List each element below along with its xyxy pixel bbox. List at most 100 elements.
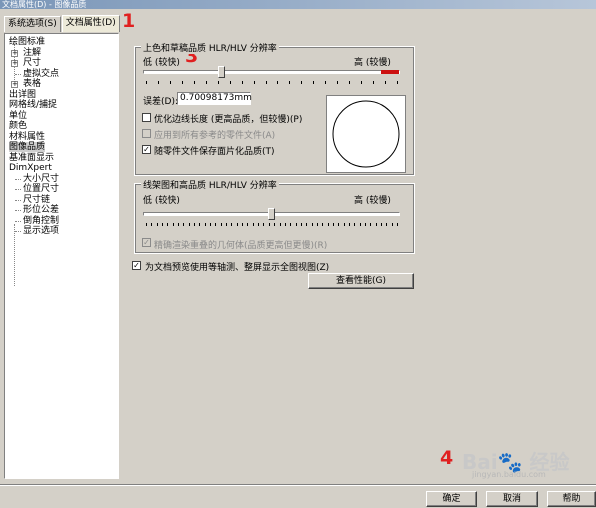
tree-item-display-options[interactable]: 显示选项 bbox=[5, 226, 118, 237]
property-tree[interactable]: 绘图标准 + 注解 + 尺寸 虚拟交点 + 表格 出详图 网格线/捕捉 单位 颜色 材… bbox=[4, 33, 119, 479]
slider-tick bbox=[373, 81, 375, 84]
tree-item-drawing-standard[interactable]: 绘图标准 bbox=[5, 37, 118, 48]
slider-tick bbox=[375, 223, 377, 226]
precise-overlap-label: 精确渲染重叠的几何体(品质更高但更慢)(R) bbox=[154, 241, 328, 251]
tree-item-size-dimension[interactable]: 大小尺寸 bbox=[5, 174, 118, 185]
tree-item-dimxpert[interactable]: DimXpert bbox=[5, 163, 118, 174]
window-title: 文档属性(D) - 图像品质 bbox=[0, 0, 596, 9]
tree-connector bbox=[15, 220, 21, 222]
slider-tick bbox=[242, 223, 244, 226]
slider-tick bbox=[370, 223, 372, 226]
slider-tick bbox=[279, 223, 281, 226]
slider-tick bbox=[268, 223, 270, 226]
slider-tick bbox=[226, 223, 228, 226]
isometric-preview-checkbox[interactable]: ✓ bbox=[132, 261, 141, 270]
apply-to-referenced-checkbox[interactable] bbox=[142, 129, 151, 138]
tree-item-tables[interactable]: + 表格 bbox=[5, 79, 118, 90]
tree-item-virtual-sharps[interactable]: 虚拟交点 bbox=[5, 69, 118, 80]
ok-button[interactable]: 确定 bbox=[426, 491, 477, 507]
save-tessellation-checkbox[interactable]: ✓ bbox=[142, 145, 151, 154]
slider-tick bbox=[194, 223, 196, 226]
slider-tick bbox=[167, 223, 169, 226]
wireframe-slider-ticks bbox=[146, 223, 398, 227]
slider-tick bbox=[306, 223, 308, 226]
preview-circle bbox=[332, 100, 400, 168]
slider-tick bbox=[289, 81, 291, 84]
optimize-edge-length-checkbox[interactable] bbox=[142, 113, 151, 122]
slider-tick bbox=[215, 223, 217, 226]
slider-tick bbox=[236, 223, 238, 226]
expand-icon[interactable]: + bbox=[11, 49, 18, 57]
slider-tick bbox=[301, 81, 303, 84]
annotation-1: 1 bbox=[122, 10, 136, 32]
tree-item-detailing[interactable]: 出详图 bbox=[5, 90, 118, 101]
slider-tick bbox=[199, 223, 201, 226]
view-performance-button[interactable]: 查看性能(G) bbox=[308, 273, 414, 289]
slider-tick bbox=[359, 223, 361, 226]
slider-tick bbox=[178, 223, 180, 226]
wireframe-high-label: 高 (较慢) bbox=[354, 196, 391, 206]
tree-item-chamfer-controls[interactable]: 倒角控制 bbox=[5, 216, 118, 227]
slider-tick bbox=[183, 223, 185, 226]
tree-item-plane-display[interactable]: 基准面显示 bbox=[5, 153, 118, 164]
slider-tick bbox=[258, 223, 260, 226]
slider-tick bbox=[380, 223, 382, 226]
slider-tick bbox=[385, 81, 387, 84]
slider-tick bbox=[327, 223, 329, 226]
slider-tick bbox=[241, 81, 243, 84]
tree-item-colors[interactable]: 颜色 bbox=[5, 121, 118, 132]
slider-tick bbox=[343, 223, 345, 226]
slider-tick bbox=[290, 223, 292, 226]
annotation-4: 4 bbox=[440, 447, 454, 469]
slider-tick bbox=[313, 81, 315, 84]
slider-tick bbox=[316, 223, 318, 226]
tree-item-location-dimension[interactable]: 位置尺寸 bbox=[5, 184, 118, 195]
tree-item-geometric-tolerance[interactable]: 形位公差 bbox=[5, 205, 118, 216]
apply-to-referenced-label: 应用到所有参考的零件文件(A) bbox=[154, 131, 276, 141]
slider-tick bbox=[338, 223, 340, 226]
save-tessellation-label: 随零件文件保存面片化品质(T) bbox=[154, 147, 275, 157]
shaded-slider-ticks bbox=[146, 81, 398, 85]
tree-item-grid-snap[interactable]: 网格线/捕捉 bbox=[5, 100, 118, 111]
slider-tick bbox=[146, 81, 147, 84]
cancel-button[interactable]: 取消 bbox=[486, 491, 538, 507]
slider-tick bbox=[397, 223, 398, 226]
help-button[interactable]: 帮助 bbox=[547, 491, 596, 507]
tree-connector bbox=[15, 178, 21, 180]
tree-item-units[interactable]: 单位 bbox=[5, 111, 118, 122]
slider-tick bbox=[229, 81, 231, 84]
slider-tick bbox=[284, 223, 286, 226]
tessellation-preview bbox=[326, 95, 406, 173]
expand-icon[interactable]: + bbox=[11, 60, 18, 67]
slider-tick bbox=[354, 223, 356, 226]
shaded-quality-slider-track[interactable] bbox=[143, 70, 400, 74]
deviation-input[interactable]: 0.70098173mm bbox=[177, 92, 252, 105]
tree-item-annotations[interactable]: + 注解 bbox=[5, 48, 118, 59]
slider-tick bbox=[300, 223, 302, 226]
slider-tick bbox=[332, 223, 334, 226]
slider-tick bbox=[361, 81, 363, 84]
slider-tick bbox=[162, 223, 164, 226]
tab-system-options[interactable]: 系统选项(S) bbox=[4, 16, 61, 32]
slider-tick bbox=[151, 223, 153, 226]
slider-tick bbox=[210, 223, 212, 226]
slider-tick bbox=[348, 223, 350, 226]
slider-tick bbox=[325, 81, 327, 84]
wireframe-low-label: 低 (较快) bbox=[143, 196, 180, 206]
tree-connector bbox=[15, 210, 21, 211]
tab-document-properties[interactable]: 文档属性(D) bbox=[61, 15, 120, 32]
tree-item-image-quality[interactable]: 图像品质 bbox=[5, 142, 118, 153]
tree-connector bbox=[15, 199, 21, 201]
tree-item-dimensions[interactable]: + 尺寸 bbox=[5, 58, 118, 69]
slider-tick bbox=[265, 81, 267, 84]
tree-item-chain-dimension[interactable]: 尺寸链 bbox=[5, 195, 118, 206]
slider-tick bbox=[311, 223, 313, 226]
wireframe-quality-slider-thumb[interactable] bbox=[268, 208, 275, 220]
tree-connector bbox=[15, 73, 21, 75]
slider-tick bbox=[156, 223, 158, 226]
expand-icon[interactable]: + bbox=[11, 81, 18, 88]
isometric-preview-label: 为文档预览使用等轴测、整屏显示全图视图(Z) bbox=[145, 263, 330, 273]
shaded-quality-slider-thumb[interactable] bbox=[218, 66, 225, 78]
tree-item-material-properties[interactable]: 材料属性 bbox=[5, 132, 118, 143]
precise-overlap-checkbox[interactable]: ✓ bbox=[142, 238, 151, 247]
